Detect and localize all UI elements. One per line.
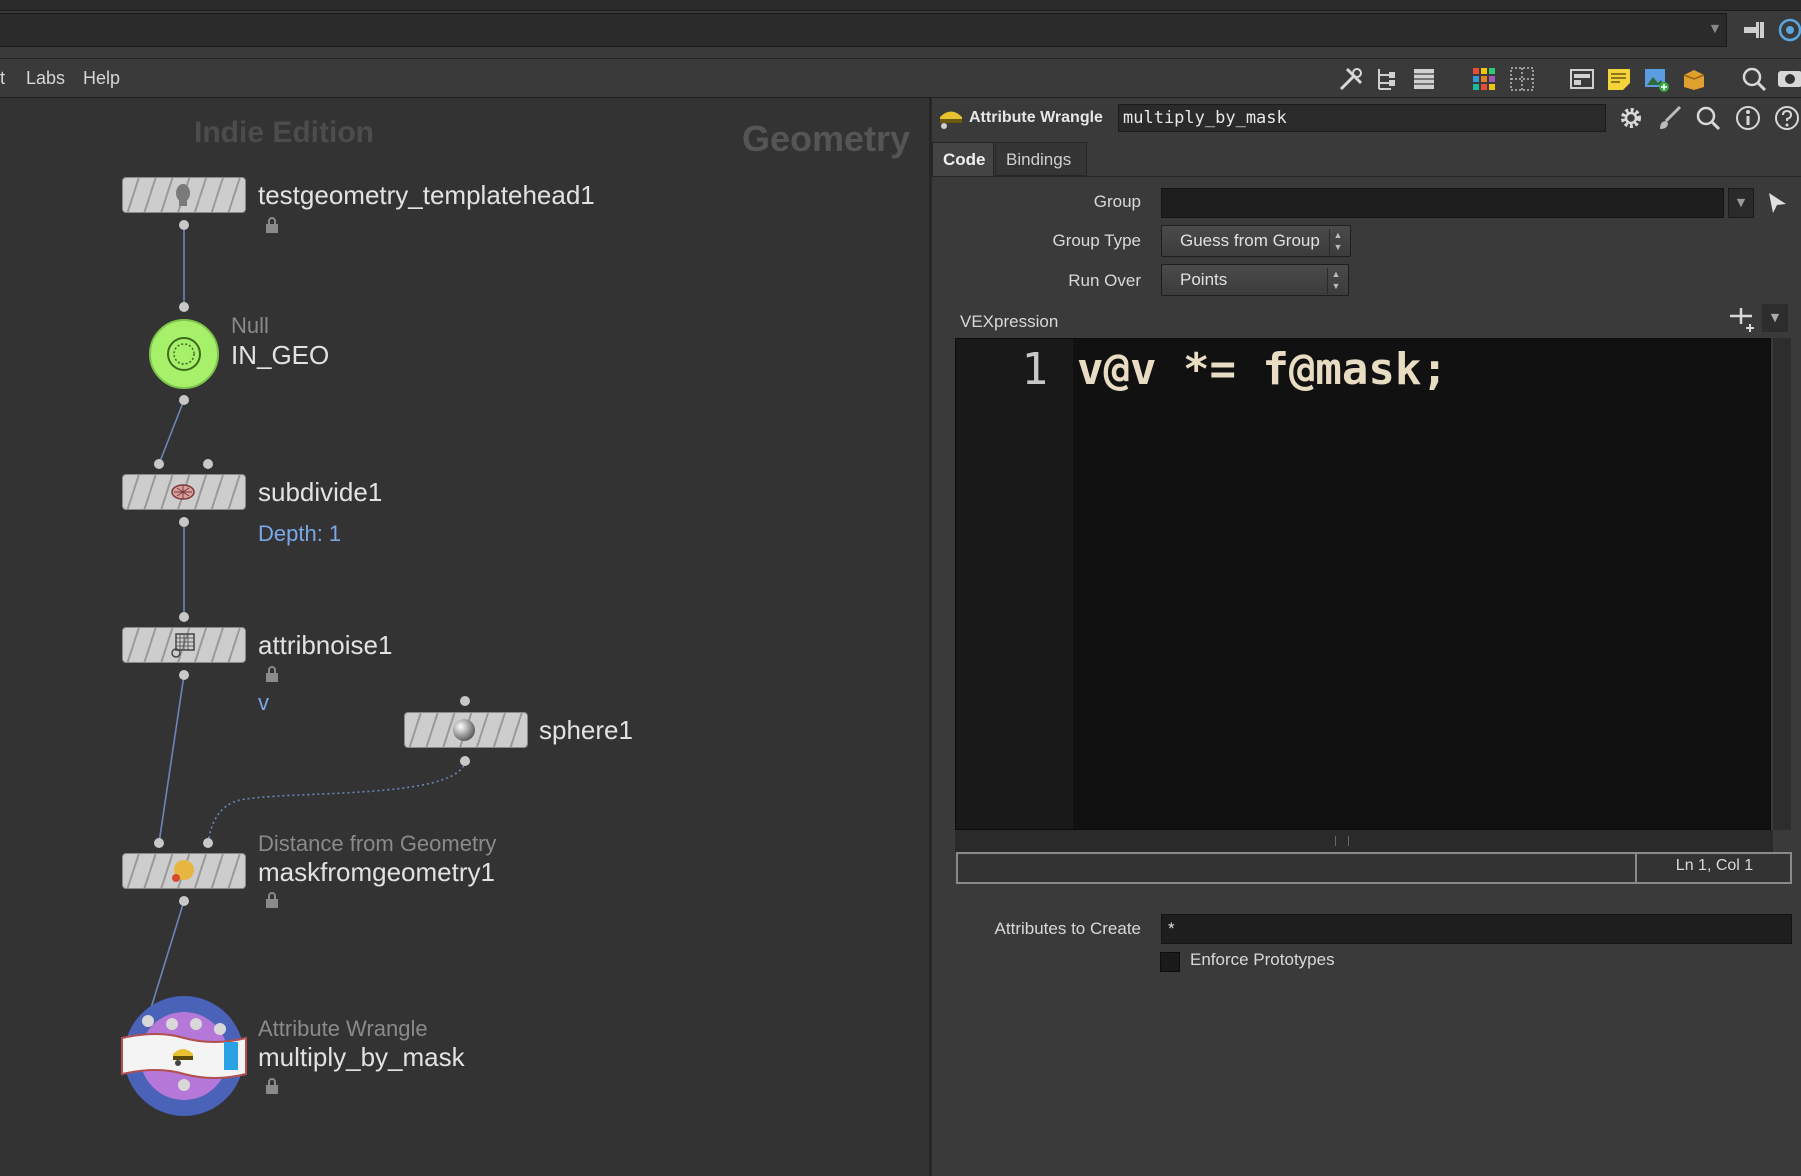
- snippet-dropdown-icon[interactable]: ▼: [1762, 304, 1788, 332]
- tree-icon[interactable]: [1373, 65, 1401, 93]
- group-dropdown-icon[interactable]: ▼: [1728, 188, 1754, 218]
- node-name: IN_GEO: [231, 340, 330, 370]
- node-name: subdivide1: [258, 477, 383, 507]
- add-snippet-icon[interactable]: [1726, 304, 1756, 334]
- lock-icon: [266, 1078, 278, 1094]
- group-field[interactable]: [1161, 188, 1724, 218]
- color-grid-icon[interactable]: [1470, 65, 1498, 93]
- line-gutter: [956, 339, 1073, 829]
- node-type-title: Attribute Wrangle: [969, 109, 1103, 126]
- tools-icon[interactable]: [1337, 65, 1365, 93]
- run-over-label: Run Over: [1068, 271, 1141, 290]
- path-dropdown-icon[interactable]: ▼: [1708, 17, 1722, 41]
- info-icon[interactable]: [1734, 104, 1762, 132]
- list-icon[interactable]: [1410, 65, 1438, 93]
- mask-icon: [172, 860, 194, 882]
- node-info: v: [258, 690, 269, 715]
- node-type-label: Attribute Wrangle: [258, 1016, 428, 1041]
- node-type-label: Distance from Geometry: [258, 831, 497, 856]
- group-label: Group: [1093, 192, 1141, 211]
- group-type-value: Guess from Group: [1180, 231, 1320, 250]
- tab-code[interactable]: Code: [932, 142, 994, 176]
- link-ring-icon[interactable]: [1776, 16, 1801, 44]
- box-icon[interactable]: [1680, 65, 1708, 93]
- code-line[interactable]: v@v *= f@mask;: [1077, 344, 1448, 395]
- code-editor[interactable]: [955, 338, 1771, 830]
- enforce-prototypes-checkbox[interactable]: [1160, 952, 1180, 972]
- node-in-geo[interactable]: [148, 318, 220, 390]
- wrangle-icon: [173, 1049, 193, 1066]
- brush-icon[interactable]: [1656, 104, 1684, 132]
- image-add-icon[interactable]: [1642, 65, 1670, 93]
- vexpression-label: VEXpression: [960, 312, 1059, 331]
- search-icon[interactable]: [1694, 104, 1722, 132]
- menu-bar: t Labs Help: [0, 59, 1801, 98]
- subdivide-icon: [171, 484, 195, 500]
- tab-bindings[interactable]: Bindings: [995, 142, 1087, 176]
- title-strip: [0, 0, 1801, 11]
- run-over-value: Points: [1180, 270, 1228, 289]
- updown-arrows-icon: ▲ ▼: [1327, 268, 1344, 294]
- scroll-grip-icon[interactable]: [1335, 836, 1349, 846]
- node-name: testgeometry_templatehead1: [258, 180, 595, 210]
- run-over-dropdown[interactable]: Points ▲ ▼: [1161, 264, 1349, 296]
- select-arrow-icon[interactable]: [1764, 190, 1790, 216]
- group-type-label: Group Type: [1052, 231, 1141, 250]
- gear-icon[interactable]: [1617, 104, 1645, 132]
- horizontal-scrollbar[interactable]: [955, 830, 1773, 852]
- line-number: 1: [1021, 344, 1049, 395]
- search-icon[interactable]: [1740, 65, 1768, 93]
- menu-labs[interactable]: Labs: [26, 59, 65, 97]
- help-icon[interactable]: [1773, 104, 1801, 132]
- enforce-prototypes-label: Enforce Prototypes: [1190, 950, 1335, 969]
- sticky-note-icon[interactable]: [1605, 65, 1633, 93]
- node-type-label: Null: [231, 313, 269, 338]
- menu-help[interactable]: Help: [83, 59, 120, 97]
- path-field[interactable]: [0, 13, 1727, 47]
- node-name: maskfromgeometry1: [258, 857, 495, 887]
- attributes-label: Attributes to Create: [994, 919, 1141, 938]
- group-type-dropdown[interactable]: Guess from Group ▲ ▼: [1161, 225, 1351, 257]
- vertical-scrollbar[interactable]: [1773, 338, 1791, 830]
- attributes-field[interactable]: *: [1161, 914, 1792, 944]
- node-name: attribnoise1: [258, 630, 393, 660]
- cursor-position: Ln 1, Col 1: [1635, 852, 1792, 884]
- lock-icon: [266, 217, 278, 233]
- noise-grid-icon: [171, 633, 195, 658]
- eye-icon[interactable]: [1776, 65, 1801, 93]
- lock-icon: [266, 892, 278, 908]
- wrangle-type-icon: [940, 111, 962, 129]
- node-name: sphere1: [539, 715, 633, 745]
- dotted-grid-icon[interactable]: [1508, 65, 1536, 93]
- node-name-field[interactable]: multiply_by_mask: [1118, 104, 1606, 132]
- lock-icon: [266, 666, 278, 682]
- updown-arrows-icon: ▲ ▼: [1329, 229, 1346, 255]
- menu-edit-partial[interactable]: t: [0, 59, 5, 97]
- sphere-icon: [453, 719, 475, 741]
- layout-icon[interactable]: [1568, 65, 1596, 93]
- node-name: multiply_by_mask: [258, 1042, 465, 1072]
- node-info: Depth: 1: [258, 521, 342, 546]
- head-icon: [176, 184, 190, 206]
- pin-icon[interactable]: [1740, 16, 1768, 44]
